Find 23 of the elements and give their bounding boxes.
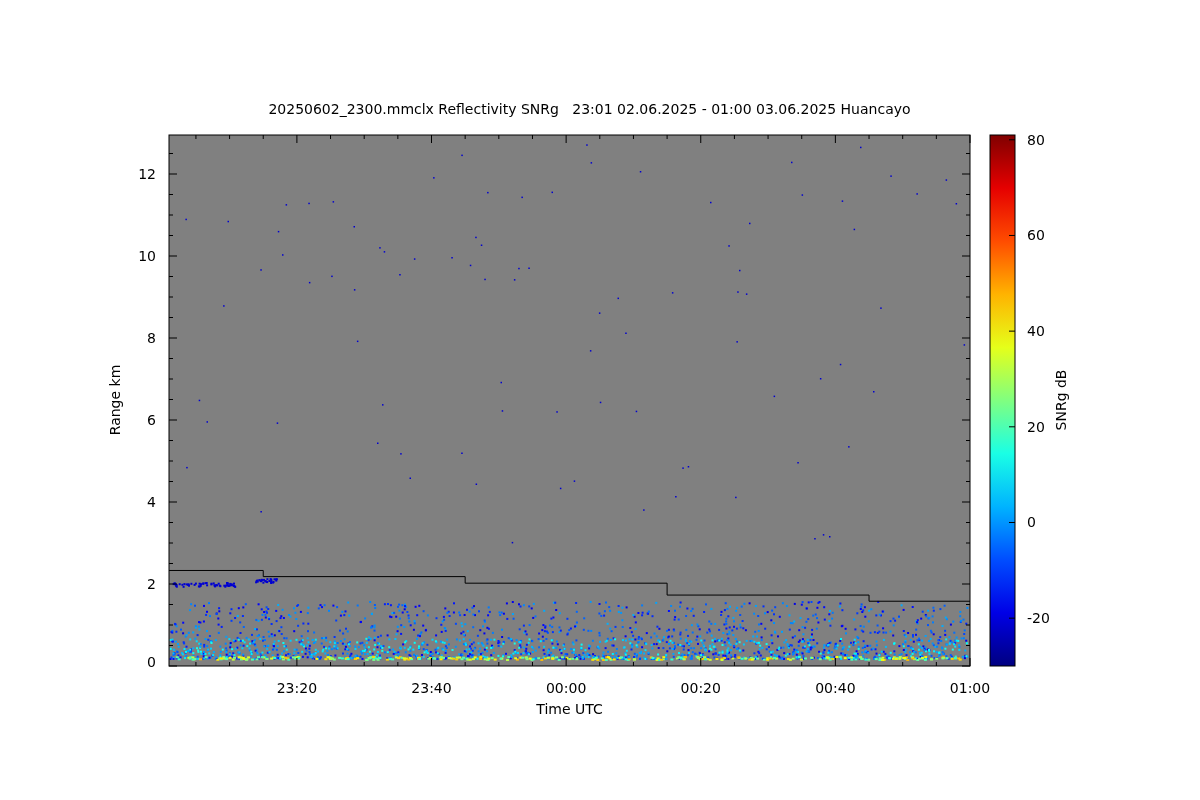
y-tick-label: 8 (147, 330, 156, 346)
y-tick-label: 6 (147, 412, 156, 428)
y-tick-label: 2 (147, 576, 156, 592)
x-tick-label: 01:00 (949, 680, 991, 696)
x-tick-label: 23:40 (411, 680, 452, 696)
y-tick-label: 4 (147, 494, 156, 510)
colorbar-label: SNRg dB (1053, 369, 1069, 431)
y-tick-label: 10 (138, 248, 156, 264)
y-tick-label: 12 (138, 166, 156, 182)
y-tick-label: 0 (147, 654, 156, 670)
x-tick-label: 00:20 (680, 680, 721, 696)
x-tick-label: 00:40 (815, 680, 856, 696)
y-axis-label: Range km (107, 364, 123, 436)
colorbar-tick-label: -20 (1027, 610, 1050, 627)
colorbar-tick-label: 60 (1027, 227, 1045, 244)
x-tick-label: 00:00 (545, 680, 587, 696)
x-tick-label: 23:20 (276, 680, 318, 696)
colorbar-tick-label: 40 (1027, 323, 1045, 340)
colorbar-tick-label: 80 (1027, 131, 1045, 148)
colorbar-tick-label: 0 (1027, 514, 1036, 531)
colorbar-tick-label: 20 (1027, 418, 1045, 435)
x-axis-label: Time UTC (536, 701, 603, 717)
chart-title: 20250602_2300.mmclx Reflectivity SNRg 23:01 02.06.2025 - 01:00 03.06.2025 Huancayo (268, 101, 911, 117)
